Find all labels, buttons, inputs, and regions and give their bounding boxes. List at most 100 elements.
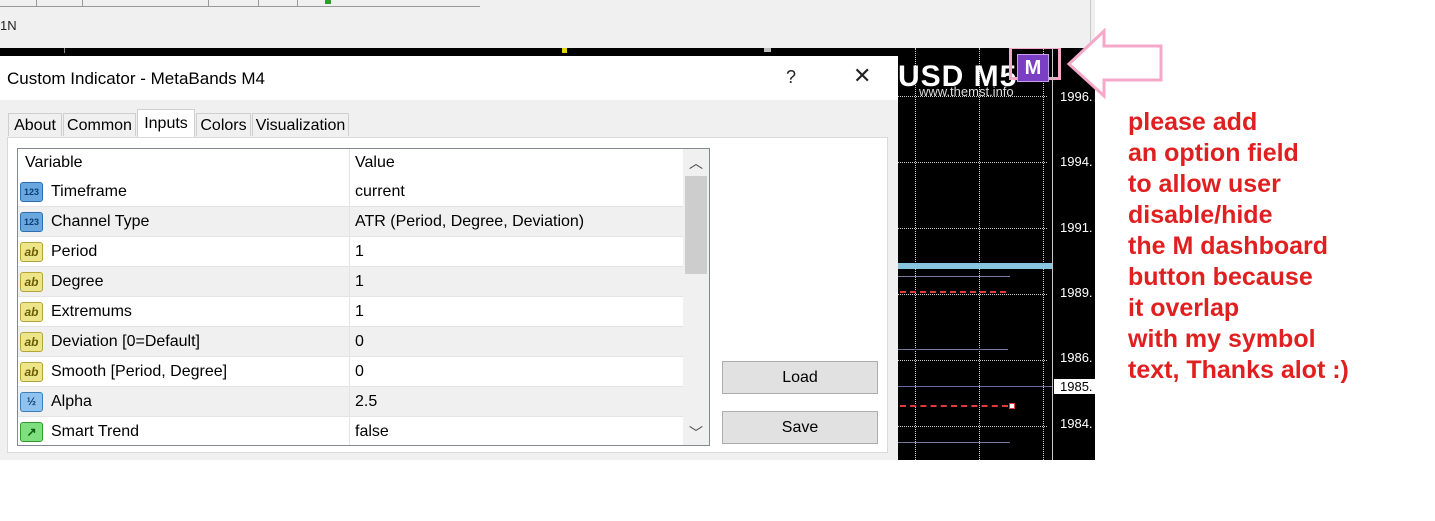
grid-line bbox=[895, 228, 1047, 229]
column-separator bbox=[349, 387, 350, 417]
table-row[interactable]: ab Smooth [Period, Degree] 0 bbox=[18, 357, 683, 387]
table-row[interactable]: 123 Timeframe current bbox=[18, 177, 683, 207]
ab-icon: ab bbox=[20, 242, 43, 262]
ab-icon: ab bbox=[20, 332, 43, 352]
toolbar-frame bbox=[0, 0, 480, 7]
note-line: an option field bbox=[1128, 139, 1299, 167]
table-row[interactable]: ab Degree 1 bbox=[18, 267, 683, 297]
variable-name: Period bbox=[51, 243, 98, 260]
help-button[interactable]: ? bbox=[786, 67, 796, 88]
column-separator bbox=[349, 149, 350, 177]
column-separator bbox=[349, 237, 350, 267]
table-row[interactable]: ab Extremums 1 bbox=[18, 297, 683, 327]
toolbar-green-icon[interactable] bbox=[325, 0, 331, 4]
vertical-scrollbar[interactable]: ︿ ﹀ bbox=[683, 149, 709, 445]
chart-marker bbox=[764, 48, 771, 52]
variable-value[interactable]: ATR (Period, Degree, Deviation) bbox=[355, 213, 584, 231]
grid-line bbox=[1043, 48, 1044, 460]
signal-line bbox=[900, 405, 1008, 407]
price-axis bbox=[1052, 48, 1053, 460]
column-separator bbox=[349, 357, 350, 387]
indicator-line bbox=[898, 442, 1010, 443]
column-header-variable[interactable]: Variable bbox=[25, 154, 83, 172]
scroll-up-icon[interactable]: ︿ bbox=[683, 151, 709, 175]
variable-value[interactable]: 1 bbox=[355, 243, 364, 261]
price-label: 1994. bbox=[1060, 154, 1093, 169]
variable-name: Channel Type bbox=[51, 213, 150, 230]
table-row[interactable]: ab Deviation [0=Default] 0 bbox=[18, 327, 683, 357]
column-separator bbox=[349, 417, 350, 445]
indicator-line bbox=[898, 276, 1010, 277]
load-button[interactable]: Load bbox=[722, 361, 878, 394]
note-line: the M dashboard bbox=[1128, 232, 1329, 260]
pointer-arrow-icon bbox=[1066, 28, 1163, 100]
chart-marker bbox=[562, 48, 567, 53]
table-header: Variable Value bbox=[18, 149, 683, 177]
variable-value[interactable]: 1 bbox=[355, 273, 364, 291]
price-label: 1989. bbox=[1060, 285, 1093, 300]
indicator-band bbox=[898, 263, 1052, 269]
inputs-table: Variable Value 123 Timeframe current 123… bbox=[17, 148, 710, 446]
variable-value[interactable]: 1 bbox=[355, 303, 364, 321]
variable-name: Degree bbox=[51, 273, 104, 290]
toolbar-separator bbox=[258, 0, 259, 6]
m-dashboard-button[interactable]: M bbox=[1017, 54, 1049, 82]
toolbar-separator bbox=[297, 0, 298, 6]
note-line: text, Thanks alot :) bbox=[1128, 356, 1349, 384]
tab-colors[interactable]: Colors bbox=[196, 113, 251, 136]
feature-request-note: please add an option field to allow user… bbox=[1128, 107, 1349, 386]
save-button[interactable]: Save bbox=[722, 411, 878, 444]
website-label: www.themst.info bbox=[919, 84, 1014, 99]
variable-value[interactable]: 2.5 bbox=[355, 393, 377, 411]
dialog-title: Custom Indicator - MetaBands M4 bbox=[7, 69, 265, 88]
table-row[interactable]: ↗ Smart Trend false bbox=[18, 417, 683, 445]
indicator-line bbox=[898, 386, 1052, 387]
close-button[interactable]: ✕ bbox=[853, 65, 871, 87]
variable-name: Smooth [Period, Degree] bbox=[51, 363, 228, 380]
variable-value[interactable]: 0 bbox=[355, 363, 364, 381]
signal-line bbox=[900, 291, 1006, 293]
price-label: 1984. bbox=[1060, 416, 1093, 431]
column-header-value[interactable]: Value bbox=[355, 154, 395, 172]
dialog-titlebar[interactable]: Custom Indicator - MetaBands M4 ? ✕ bbox=[0, 56, 898, 100]
123-icon: 123 bbox=[20, 182, 43, 202]
variable-value[interactable]: false bbox=[355, 423, 389, 441]
table-row[interactable]: 123 Channel Type ATR (Period, Degree, De… bbox=[18, 207, 683, 237]
chart-tick bbox=[64, 48, 65, 53]
variable-name: Deviation [0=Default] bbox=[51, 333, 200, 350]
table-row[interactable]: ½ Alpha 2.5 bbox=[18, 387, 683, 417]
123-icon: 123 bbox=[20, 212, 43, 232]
scroll-down-icon[interactable]: ﹀ bbox=[683, 421, 709, 445]
tab-inputs[interactable]: Inputs bbox=[137, 109, 195, 137]
terminal-toolbar: 1N bbox=[0, 0, 1095, 49]
grid-line bbox=[895, 426, 1047, 427]
column-separator bbox=[349, 177, 350, 207]
column-separator bbox=[349, 327, 350, 357]
toolbar-separator bbox=[208, 0, 209, 6]
grid-line bbox=[915, 48, 916, 460]
toolbar-separator bbox=[36, 0, 37, 6]
variable-value[interactable]: current bbox=[355, 183, 405, 201]
ab-icon: ab bbox=[20, 302, 43, 322]
variable-name: Alpha bbox=[51, 393, 92, 410]
tab-about[interactable]: About bbox=[8, 113, 62, 136]
grid-line bbox=[979, 48, 980, 460]
grid-line bbox=[895, 360, 1047, 361]
ab-icon: ab bbox=[20, 362, 43, 382]
tab-common[interactable]: Common bbox=[63, 113, 136, 136]
trend-icon: ↗ bbox=[20, 422, 43, 442]
tab-visualization[interactable]: Visualization bbox=[252, 113, 349, 136]
toolbar-separator bbox=[82, 0, 83, 6]
column-separator bbox=[349, 207, 350, 237]
timeframe-button[interactable]: 1N bbox=[0, 18, 17, 33]
indicator-line bbox=[898, 349, 1008, 350]
current-price-label: 1985. bbox=[1054, 379, 1095, 394]
grid-line bbox=[895, 294, 1047, 295]
table-row[interactable]: ab Period 1 bbox=[18, 237, 683, 267]
scroll-thumb[interactable] bbox=[685, 176, 707, 274]
variable-value[interactable]: 0 bbox=[355, 333, 364, 351]
price-label: 1986. bbox=[1060, 350, 1093, 365]
variable-name: Extremums bbox=[51, 303, 132, 320]
note-line: button because bbox=[1128, 263, 1313, 291]
note-line: disable/hide bbox=[1128, 201, 1273, 229]
